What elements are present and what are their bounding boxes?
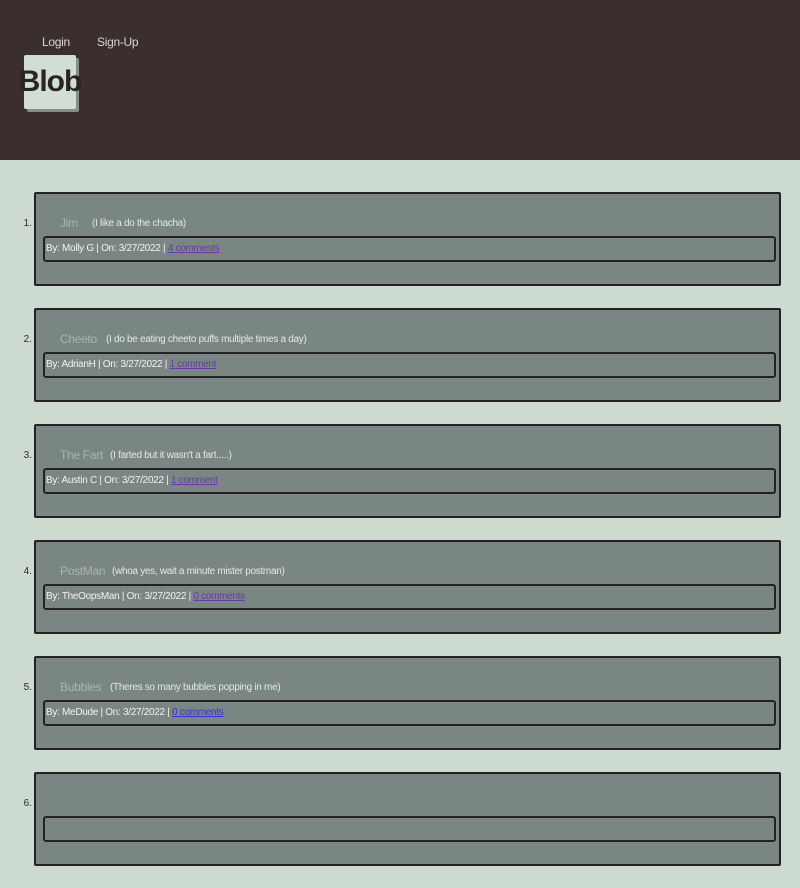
comments-link[interactable]: 0 comments (172, 707, 224, 718)
list-item: 5. Bubbles (Theres so many bubbles poppi… (0, 656, 800, 772)
comments-link[interactable]: 4 comments (168, 243, 220, 254)
post-body: (I like a do the chacha) (92, 218, 186, 229)
post-number: 3. (23, 450, 32, 461)
post-list: 1. Jim (I like a do the chacha) By: Moll… (0, 192, 800, 888)
comments-link[interactable]: 0 comments (193, 591, 245, 602)
post-meta-text: By: MeDude | On: 3/27/2022 | (46, 707, 173, 718)
login-link[interactable]: Login (42, 35, 70, 49)
signup-link[interactable]: Sign-Up (97, 35, 139, 49)
site-logo[interactable]: Blob (19, 55, 82, 109)
post-title-link[interactable]: Cheeto (60, 332, 97, 346)
comments-link[interactable]: 1 comment (171, 475, 218, 486)
post-meta-text: By: TheOopsMan | On: 3/27/2022 | (46, 591, 194, 602)
post-body: (I do be eating cheeto puffs multiple ti… (106, 334, 307, 345)
list-item: 6. (0, 772, 800, 888)
post-meta (43, 816, 776, 842)
post-body: (I farted but it wasn't a fart.....) (110, 450, 232, 461)
post-title-link[interactable]: PostMan (60, 564, 106, 578)
comments-link[interactable]: 1 comment (170, 359, 217, 370)
list-item: 4. PostMan (whoa yes, wait a minute mist… (0, 540, 800, 656)
post-body: (whoa yes, wait a minute mister postman) (112, 566, 285, 577)
post-meta: By: Austin C | On: 3/27/2022 | 1 comment (43, 468, 776, 494)
post-meta: By: TheOopsMan | On: 3/27/2022 | 0 comme… (43, 584, 776, 610)
post-meta-text: By: Austin C | On: 3/27/2022 | (46, 475, 171, 486)
post-card (34, 772, 781, 866)
post-card: Bubbles (Theres so many bubbles popping … (34, 656, 781, 750)
post-card: Cheeto (I do be eating cheeto puffs mult… (34, 308, 781, 402)
post-meta: By: Molly G | On: 3/27/2022 | 4 comments (43, 236, 776, 262)
post-card: Jim (I like a do the chacha) By: Molly G… (34, 192, 781, 286)
post-card: The Fart (I farted but it wasn't a fart.… (34, 424, 781, 518)
post-number: 2. (23, 334, 32, 345)
post-number: 4. (23, 566, 32, 577)
list-item: 3. The Fart (I farted but it wasn't a fa… (0, 424, 800, 540)
post-card: PostMan (whoa yes, wait a minute mister … (34, 540, 781, 634)
post-title-link[interactable]: The Fart (60, 448, 103, 462)
post-meta: By: MeDude | On: 3/27/2022 | 0 comments (43, 700, 776, 726)
post-meta: By: AdrianH | On: 3/27/2022 | 1 comment (43, 352, 776, 378)
post-title-link[interactable]: Bubbles (60, 680, 102, 694)
post-body: (Theres so many bubbles popping in me) (110, 682, 281, 693)
post-number: 1. (23, 218, 32, 229)
post-meta-text: By: AdrianH | On: 3/27/2022 | (46, 359, 170, 370)
post-number: 5. (23, 682, 32, 693)
list-item: 2. Cheeto (I do be eating cheeto puffs m… (0, 308, 800, 424)
site-header: Login Sign-Up Blob (0, 0, 800, 160)
post-meta-text: By: Molly G | On: 3/27/2022 | (46, 243, 168, 254)
post-title-link[interactable]: Jim (60, 216, 78, 230)
list-item: 1. Jim (I like a do the chacha) By: Moll… (0, 192, 800, 308)
